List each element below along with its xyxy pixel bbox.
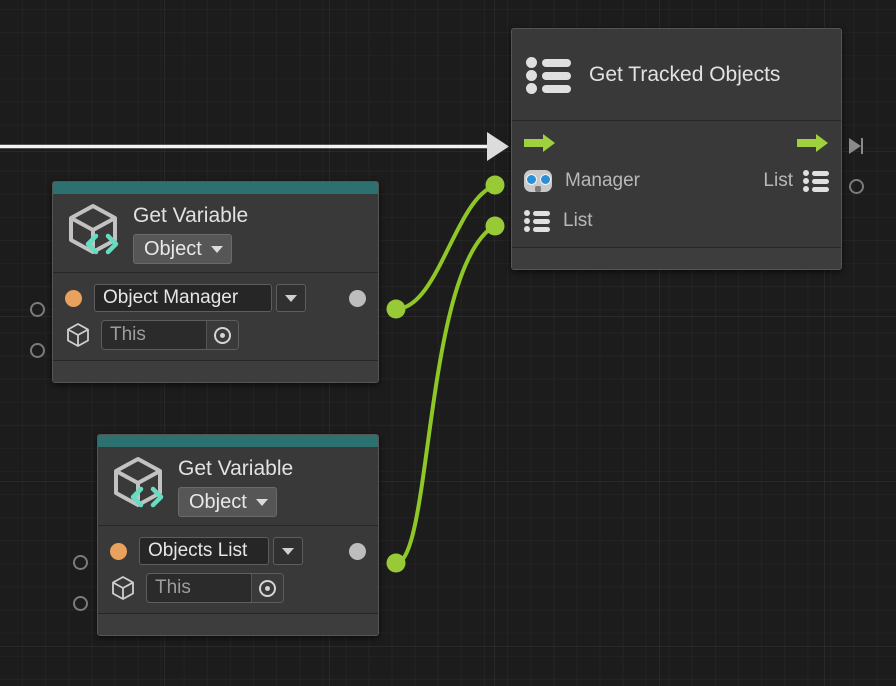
list-icon — [803, 169, 829, 193]
node-body: Manager List — [512, 121, 841, 247]
chevron-down-icon — [282, 548, 294, 555]
target-field-value: This — [110, 324, 146, 346]
cube-icon — [65, 322, 91, 348]
target-picker-icon[interactable] — [206, 321, 238, 349]
wire-endpoint-dot[interactable] — [387, 554, 406, 573]
variable-name-field[interactable]: Objects List — [139, 537, 269, 565]
cube-code-icon — [63, 200, 123, 258]
variable-row: Object Manager — [53, 280, 378, 316]
node-header[interactable]: Get Variable Object — [98, 447, 378, 526]
input-label-manager: Manager — [565, 170, 640, 192]
target-row: This — [98, 569, 378, 607]
input-label-list: List — [563, 210, 593, 232]
list-icon — [524, 209, 550, 233]
variable-name-value: Object Manager — [103, 287, 238, 309]
variable-dropdown-button[interactable] — [276, 284, 306, 312]
type-selector-dropdown[interactable]: Object — [133, 234, 232, 264]
arrow-right-icon[interactable] — [797, 133, 829, 153]
data-wire-list[interactable] — [396, 226, 494, 563]
node-header[interactable]: Get Tracked Objects — [512, 29, 841, 121]
vr-goggles-icon — [524, 170, 552, 192]
exec-row — [512, 125, 841, 161]
list-icon — [526, 54, 571, 96]
node-footer — [53, 360, 378, 382]
node-get-variable-object-manager[interactable]: Get Variable Object Object Manager — [52, 181, 379, 383]
output-label-list: List — [763, 170, 793, 192]
wire-endpoint-dot[interactable] — [486, 176, 505, 195]
node-accent-bar — [53, 182, 378, 194]
chevron-down-icon — [211, 246, 223, 253]
variable-in-socket[interactable] — [30, 302, 45, 317]
type-selector-value: Object — [144, 238, 202, 261]
chevron-down-icon — [256, 499, 268, 506]
variable-input-dot[interactable] — [65, 290, 82, 307]
wire-endpoint-dot[interactable] — [387, 300, 406, 319]
value-output-dot[interactable] — [349, 543, 366, 560]
variable-input-dot[interactable] — [110, 543, 127, 560]
variable-name-value: Objects List — [148, 540, 247, 562]
node-get-variable-objects-list[interactable]: Get Variable Object Objects List — [97, 434, 379, 636]
variable-name-field[interactable]: Object Manager — [94, 284, 272, 312]
node-title: Get Variable — [133, 204, 248, 228]
target-in-socket[interactable] — [73, 596, 88, 611]
node-accent-bar — [98, 435, 378, 447]
node-header[interactable]: Get Variable Object — [53, 194, 378, 273]
node-graph-canvas[interactable]: Get Tracked Objects Manage — [0, 0, 896, 686]
node-body: Object Manager This — [53, 273, 378, 360]
node-body: Objects List This — [98, 526, 378, 613]
variable-in-socket[interactable] — [73, 555, 88, 570]
node-title: Get Variable — [178, 457, 293, 481]
port-row-manager: Manager List — [512, 161, 841, 201]
wire-endpoint-dot[interactable] — [486, 217, 505, 236]
data-out-socket[interactable] — [849, 179, 864, 194]
node-footer — [98, 613, 378, 635]
variable-row: Objects List — [98, 533, 378, 569]
port-row-list: List — [512, 201, 841, 241]
arrow-right-icon[interactable] — [524, 133, 556, 153]
value-output-dot[interactable] — [349, 290, 366, 307]
data-wire-manager[interactable] — [396, 186, 494, 309]
target-picker-icon[interactable] — [251, 574, 283, 602]
node-title: Get Tracked Objects — [589, 63, 780, 87]
cube-code-icon — [108, 453, 168, 511]
target-field[interactable]: This — [101, 320, 239, 350]
target-row: This — [53, 316, 378, 354]
exec-out-socket[interactable] — [849, 138, 861, 154]
target-field-value: This — [155, 577, 191, 599]
variable-dropdown-button[interactable] — [273, 537, 303, 565]
target-in-socket[interactable] — [30, 343, 45, 358]
type-selector-dropdown[interactable]: Object — [178, 487, 277, 517]
cube-icon — [110, 575, 136, 601]
node-get-tracked-objects[interactable]: Get Tracked Objects Manage — [511, 28, 842, 270]
exec-wire-arrowhead — [487, 132, 509, 161]
node-footer — [512, 247, 841, 269]
type-selector-value: Object — [189, 491, 247, 514]
chevron-down-icon — [285, 295, 297, 302]
target-field[interactable]: This — [146, 573, 284, 603]
